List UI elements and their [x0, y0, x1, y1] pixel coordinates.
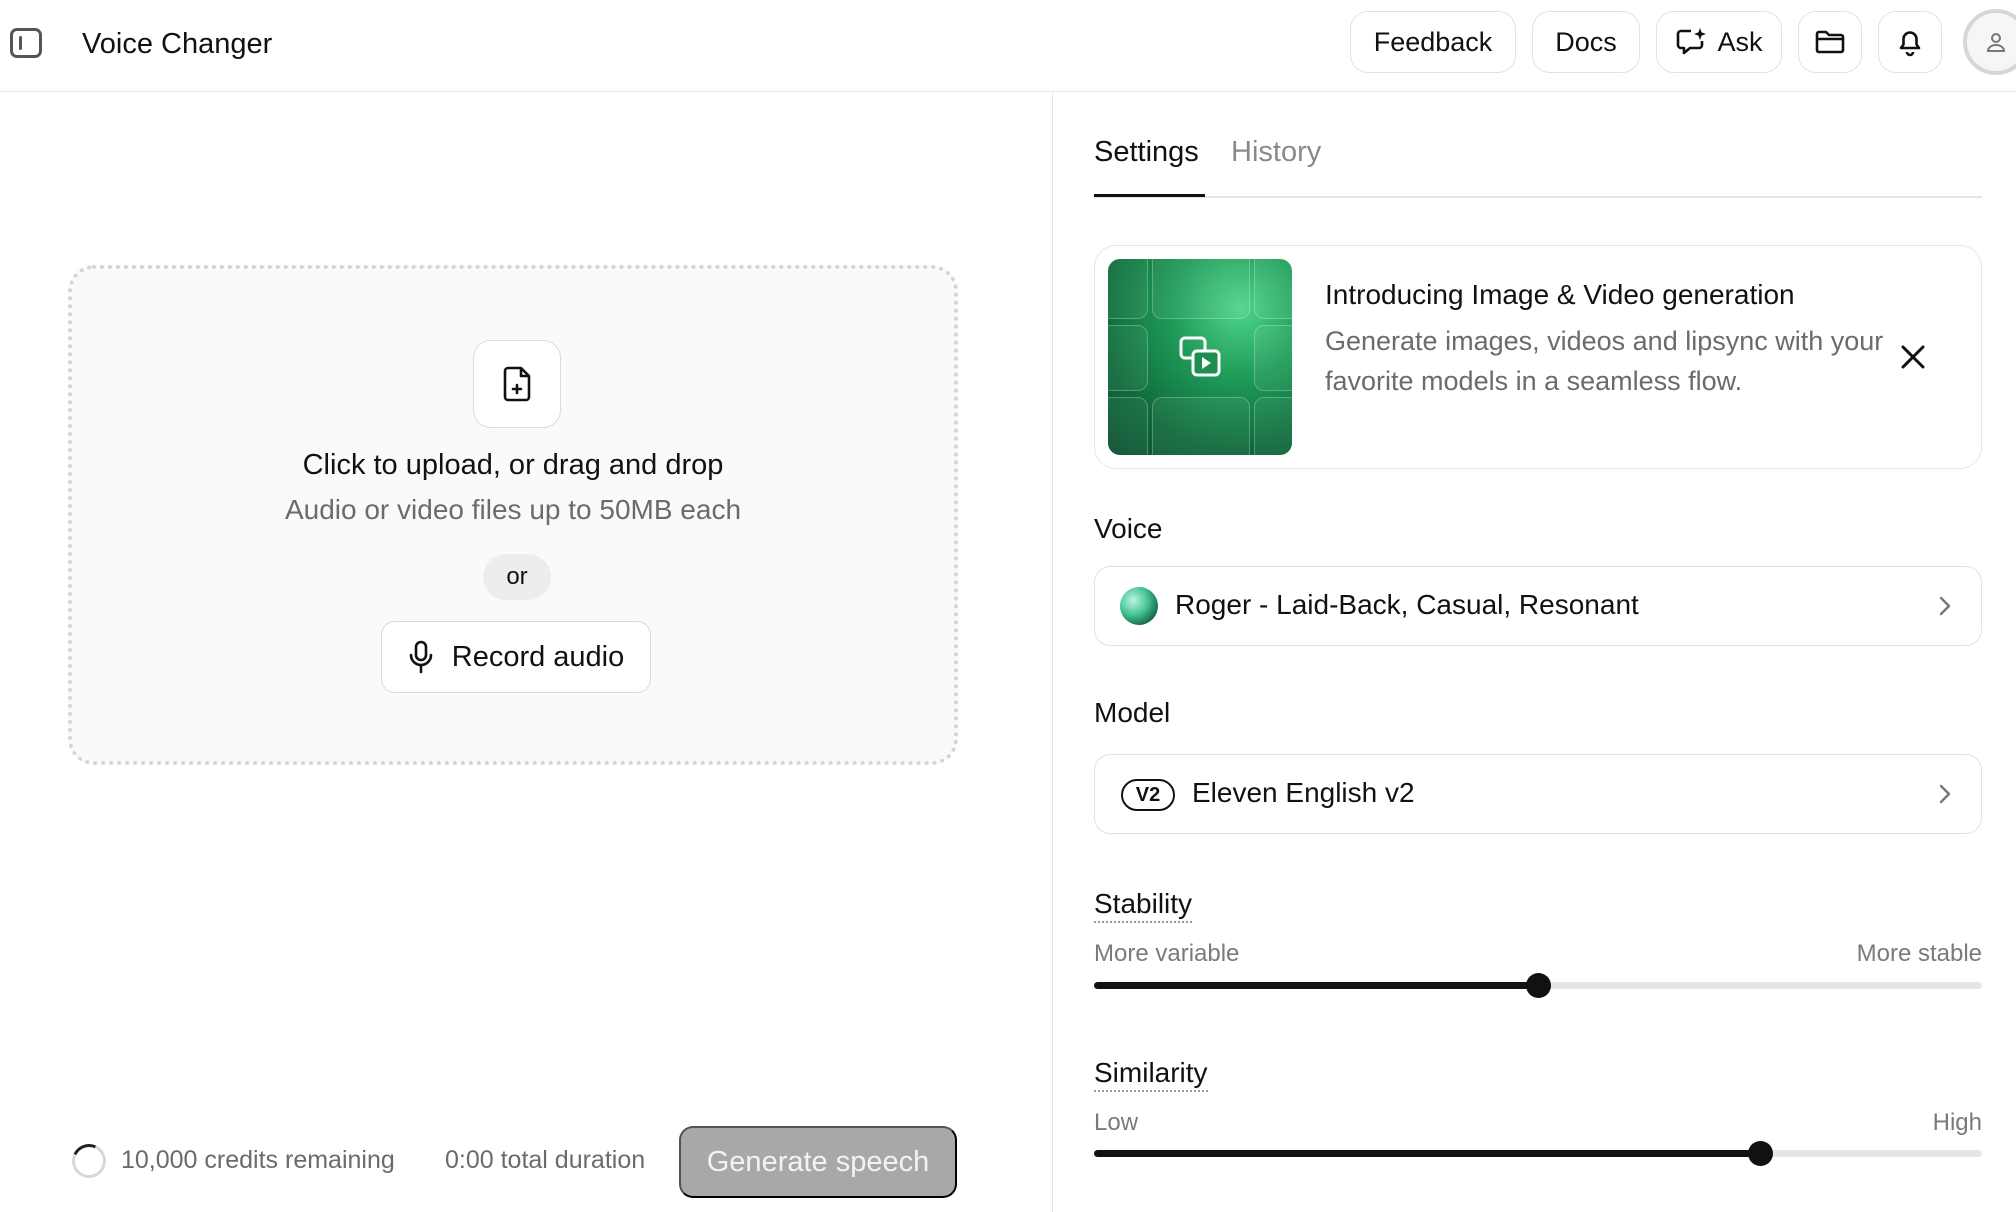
- stability-slider[interactable]: [1094, 973, 1982, 998]
- upload-button[interactable]: [473, 340, 561, 428]
- docs-button[interactable]: Docs: [1532, 11, 1640, 73]
- ask-button[interactable]: Ask: [1656, 11, 1782, 73]
- promo-description: Generate images, videos and lipsync with…: [1325, 326, 1884, 396]
- promo-tile: [1108, 259, 1148, 319]
- generate-speech-button[interactable]: Generate speech: [679, 1126, 957, 1198]
- stability-max-label: More stable: [1856, 940, 1982, 967]
- credits-progress-icon: [67, 1139, 111, 1183]
- voice-selected: Roger - Laid-Back, Casual, Resonant: [1175, 589, 1639, 620]
- folder-icon: [1815, 30, 1845, 54]
- promo-tile: [1254, 397, 1292, 455]
- generation-footer: 10,000 credits remaining 0:00 total dura…: [67, 1126, 958, 1198]
- sparkle-chat-icon: [1677, 28, 1707, 55]
- promo-title: Introducing Image & Video generation: [1325, 279, 1795, 310]
- voice-avatar-icon: [1120, 587, 1158, 625]
- pane-divider: [1052, 92, 1053, 1212]
- similarity-slider[interactable]: [1094, 1141, 1982, 1166]
- model-selected: Eleven English v2: [1192, 777, 1415, 808]
- top-bar: Voice Changer Feedback Docs Ask: [0, 0, 2016, 92]
- image-video-icon: [1179, 336, 1221, 377]
- voice-selector[interactable]: Roger - Laid-Back, Casual, Resonant: [1094, 566, 1982, 646]
- sidebar-toggle-icon[interactable]: [10, 28, 42, 58]
- notifications-button[interactable]: [1878, 11, 1942, 73]
- total-duration: 0:00 total duration: [445, 1146, 646, 1174]
- ask-label: Ask: [1717, 26, 1763, 57]
- credits-remaining: 10,000 credits remaining: [121, 1146, 395, 1174]
- similarity-slider-fill: [1094, 1150, 1760, 1157]
- similarity-slider-thumb[interactable]: [1748, 1141, 1773, 1166]
- voice-label: Voice: [1094, 513, 1163, 544]
- model-label: Model: [1094, 697, 1171, 728]
- chevron-right-icon: [1939, 784, 1951, 804]
- upload-subtitle: Audio or video files up to 50MB each: [284, 494, 742, 525]
- stability-min-label: More variable: [1094, 940, 1240, 967]
- chevron-right-icon: [1939, 596, 1951, 616]
- file-upload-icon: [503, 366, 531, 402]
- upload-title: Click to upload, or drag and drop: [302, 449, 724, 481]
- record-audio-button[interactable]: Record audio: [381, 621, 651, 693]
- stability-slider-thumb[interactable]: [1526, 973, 1551, 998]
- similarity-min-label: Low: [1094, 1109, 1139, 1136]
- similarity-max-label: High: [1932, 1109, 1982, 1136]
- similarity-label: Similarity: [1094, 1057, 1208, 1092]
- promo-tile: [1108, 397, 1148, 455]
- promo-tile: [1108, 325, 1148, 391]
- upload-dropzone[interactable]: Click to upload, or drag and drop Audio …: [68, 265, 958, 765]
- active-tab-indicator: [1094, 194, 1205, 197]
- microphone-icon: [409, 640, 433, 674]
- tab-settings[interactable]: Settings: [1094, 136, 1199, 169]
- settings-tabs: Settings History: [1094, 132, 1982, 198]
- user-icon: [1986, 33, 2006, 52]
- promo-image: [1108, 259, 1292, 455]
- avatar[interactable]: [1963, 9, 2016, 75]
- promo-tile: [1254, 325, 1292, 391]
- promo-card: Introducing Image & Video generation Gen…: [1094, 245, 1982, 469]
- model-version-badge: V2: [1121, 779, 1175, 811]
- stability-slider-fill: [1094, 982, 1538, 989]
- feedback-button[interactable]: Feedback: [1350, 11, 1516, 73]
- promo-tile: [1254, 259, 1292, 319]
- folder-button[interactable]: [1798, 11, 1862, 73]
- close-icon[interactable]: [1898, 342, 1928, 372]
- record-audio-label: Record audio: [451, 640, 625, 673]
- bell-icon: [1899, 31, 1921, 57]
- or-separator: or: [483, 554, 551, 600]
- promo-tile: [1152, 397, 1250, 455]
- promo-tile: [1152, 259, 1250, 319]
- model-selector[interactable]: V2 Eleven English v2: [1094, 754, 1982, 834]
- tab-history[interactable]: History: [1231, 136, 1321, 169]
- stability-label: Stability: [1094, 888, 1193, 923]
- page-title: Voice Changer: [82, 28, 273, 60]
